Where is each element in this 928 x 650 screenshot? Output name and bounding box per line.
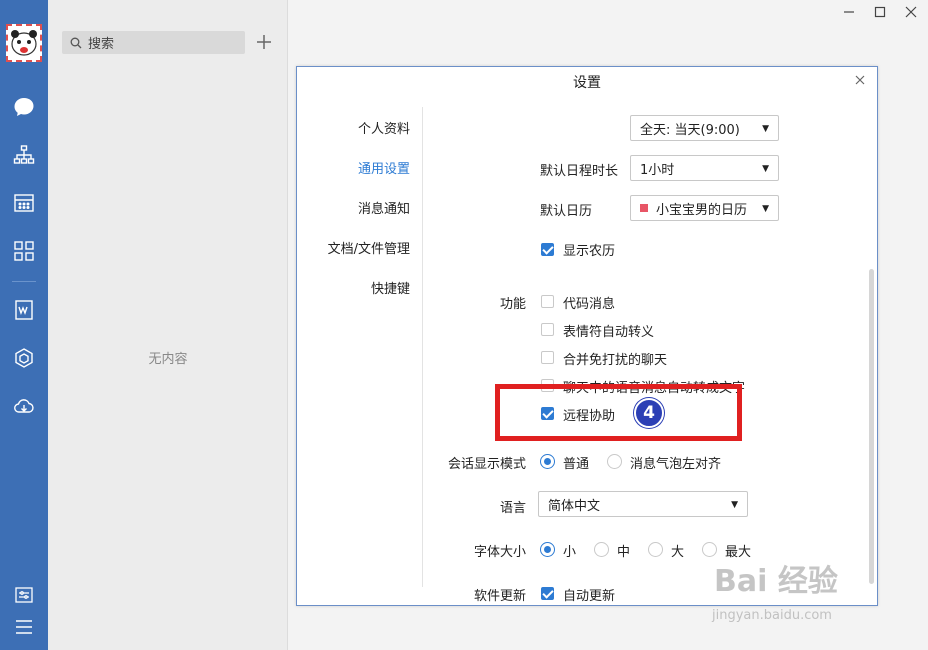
- chat-icon[interactable]: [12, 95, 36, 119]
- radio-label: 中: [617, 545, 631, 560]
- doc-icon[interactable]: [12, 298, 36, 322]
- default-calendar-select[interactable]: 小宝宝男的日历 ▼: [630, 195, 779, 221]
- display-mode-normal-radio[interactable]: [540, 454, 555, 469]
- code-message-checkbox[interactable]: [541, 295, 554, 308]
- session-list-panel: 搜索 无内容: [48, 0, 288, 650]
- watermark-url: jingyan.baidu.com: [712, 608, 832, 623]
- step-badge: 4: [634, 398, 664, 428]
- settings-dialog: 设置 个人资料 通用设置 消息通知 文档/文件管理 快捷键 全天: 当天(9:0…: [296, 66, 878, 606]
- default-calendar-label: 默认日历: [540, 204, 593, 219]
- language-label: 语言: [500, 501, 527, 516]
- default-duration-select[interactable]: 1小时 ▼: [630, 155, 779, 181]
- add-button[interactable]: [253, 30, 275, 54]
- merge-muted-checkbox[interactable]: [541, 351, 554, 364]
- minimize-icon: [844, 11, 854, 13]
- highlight-box: [495, 384, 742, 441]
- nav-rail: [0, 0, 48, 650]
- radio-label: 大: [671, 545, 685, 560]
- close-icon: [855, 75, 865, 85]
- language-select[interactable]: 简体中文 ▼: [538, 491, 748, 517]
- show-lunar-label: 显示农历: [563, 244, 616, 259]
- apps-grid-icon[interactable]: [12, 239, 36, 263]
- chevron-down-icon: ▼: [731, 500, 738, 510]
- feature-label: 合并免打扰的聊天: [563, 353, 668, 368]
- nav-notifications[interactable]: 消息通知: [358, 198, 410, 217]
- org-chart-icon[interactable]: [12, 143, 36, 167]
- search-icon: [70, 37, 82, 48]
- nav-shortcuts[interactable]: 快捷键: [371, 278, 410, 297]
- plus-icon: [257, 35, 271, 49]
- dialog-close-button[interactable]: [851, 71, 869, 89]
- schedule-scope-value: 全天: 当天(9:00): [640, 122, 740, 138]
- feature-label: 代码消息: [563, 297, 616, 312]
- chevron-down-icon: ▼: [762, 124, 769, 134]
- show-lunar-checkbox[interactable]: [541, 243, 554, 256]
- emoji-escape-checkbox[interactable]: [541, 323, 554, 336]
- default-duration-value: 1小时: [640, 162, 675, 178]
- font-size-xlarge-radio[interactable]: [702, 542, 717, 557]
- language-value: 简体中文: [548, 498, 601, 514]
- schedule-scope-select[interactable]: 全天: 当天(9:00) ▼: [630, 115, 779, 141]
- menu-icon[interactable]: [12, 615, 36, 639]
- font-size-medium-radio[interactable]: [594, 542, 609, 557]
- font-size-large-radio[interactable]: [648, 542, 663, 557]
- calendar-color-swatch: [640, 204, 648, 212]
- rail-divider: [12, 281, 36, 282]
- features-label: 功能: [500, 297, 527, 312]
- cube-icon[interactable]: [12, 346, 36, 370]
- close-icon: [905, 6, 917, 18]
- auto-update-label: 自动更新: [563, 589, 616, 604]
- dialog-scrollbar[interactable]: [869, 269, 874, 584]
- settings-nav: 个人资料 通用设置 消息通知 文档/文件管理 快捷键: [297, 107, 423, 587]
- display-mode-bubble-radio[interactable]: [607, 454, 622, 469]
- minimize-button[interactable]: [839, 4, 859, 20]
- dialog-title: 设置: [573, 75, 601, 91]
- radio-label: 消息气泡左对齐: [630, 457, 722, 472]
- nav-profile[interactable]: 个人资料: [358, 118, 410, 137]
- panda-avatar-icon: [11, 30, 37, 56]
- software-update-label: 软件更新: [474, 589, 527, 604]
- default-duration-label: 默认日程时长: [540, 164, 619, 179]
- maximize-icon: [874, 6, 886, 18]
- avatar[interactable]: [6, 24, 42, 62]
- calendar-icon[interactable]: [12, 191, 36, 215]
- window-close-button[interactable]: [901, 4, 921, 20]
- feature-label: 表情符自动转义: [563, 325, 655, 340]
- font-size-small-radio[interactable]: [540, 542, 555, 557]
- radio-label: 小: [563, 545, 577, 560]
- default-calendar-value: 小宝宝男的日历: [656, 202, 748, 218]
- nav-general[interactable]: 通用设置: [358, 158, 410, 177]
- search-input[interactable]: 搜索: [62, 31, 245, 54]
- cloud-icon[interactable]: [12, 394, 36, 418]
- empty-state-text: 无内容: [148, 352, 188, 367]
- chevron-down-icon: ▼: [762, 204, 769, 214]
- auto-update-checkbox[interactable]: [541, 587, 554, 600]
- radio-label: 普通: [563, 457, 590, 472]
- settings-panel-icon[interactable]: [12, 583, 36, 607]
- maximize-button[interactable]: [870, 4, 890, 20]
- search-placeholder: 搜索: [88, 37, 115, 52]
- font-size-label: 字体大小: [474, 545, 527, 560]
- display-mode-label: 会话显示模式: [448, 457, 527, 472]
- chevron-down-icon: ▼: [762, 164, 769, 174]
- watermark: Bai 经验: [714, 564, 838, 599]
- nav-file-management[interactable]: 文档/文件管理: [328, 238, 410, 257]
